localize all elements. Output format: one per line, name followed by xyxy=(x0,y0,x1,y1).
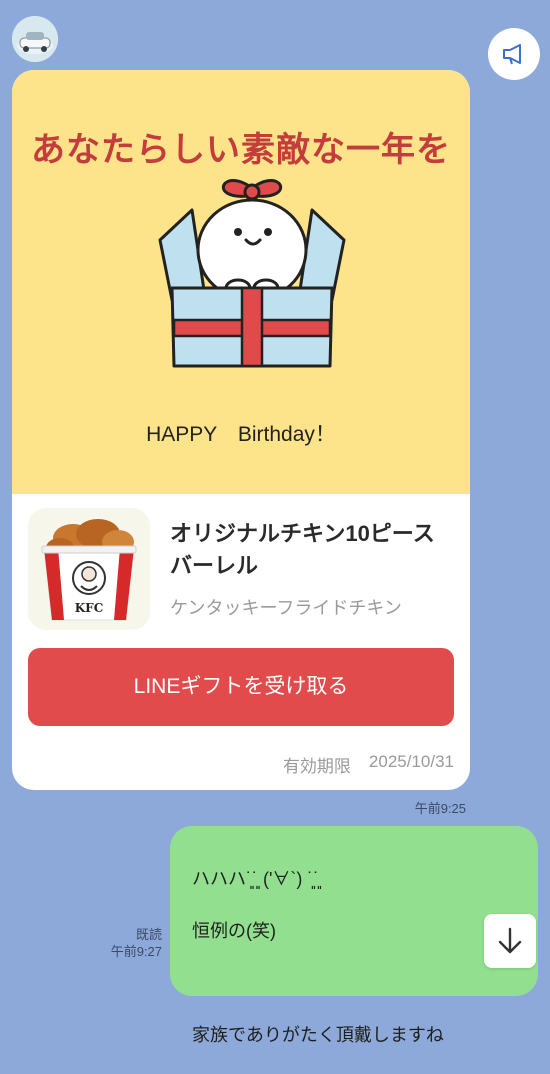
gift-box-character-illustration xyxy=(158,179,346,368)
product-name-line-1: オリジナルチキン10ピース xyxy=(170,521,435,546)
expiry-date: 2025/10/31 xyxy=(368,752,454,771)
product-image: KFC xyxy=(28,508,150,630)
my-message-line-4: 家族でありがたく頂戴しますね xyxy=(192,1025,444,1045)
megaphone-icon xyxy=(503,44,521,65)
receive-gift-button[interactable]: LINEギフトを受け取る xyxy=(28,648,454,726)
avatar[interactable] xyxy=(12,16,58,62)
line-gift-card[interactable]: あなたらしい素敵な一年を HAPPY Birthday！ KFC オリジナルチキ… xyxy=(12,70,470,790)
announcement-button[interactable] xyxy=(488,28,540,80)
scroll-to-bottom-button[interactable] xyxy=(484,914,536,968)
product-name-line-2: バーレル xyxy=(170,553,259,578)
avatar-photo xyxy=(12,16,58,62)
kfc-logo-text: KFC xyxy=(75,601,104,615)
product-name: オリジナルチキン10ピース バーレル xyxy=(170,518,460,582)
expiry-info: 有効期限 2025/10/31 xyxy=(283,752,454,777)
arrow-down-icon xyxy=(498,927,522,954)
gift-card-banner: あなたらしい素敵な一年を HAPPY Birthday！ xyxy=(12,70,470,494)
kfc-bucket-icon: KFC xyxy=(41,519,137,621)
my-message-line-1: ハハハ˙͈˙͈ ('∀`) ˙͈˙͈ xyxy=(192,869,320,889)
expiry-label: 有効期限 xyxy=(282,757,351,776)
my-message-line-3 xyxy=(192,970,532,996)
my-message-timestamp: 午前9:27 xyxy=(110,944,162,959)
brand-name: ケンタッキーフライドチキン xyxy=(170,598,402,618)
read-receipt: 既読 午前9:27 xyxy=(92,926,162,960)
gift-message-timestamp: 午前9:25 xyxy=(414,801,466,816)
my-message-text: ハハハ˙͈˙͈ ('∀`) ˙͈˙͈ 恒例の(笑) 家族でありがたく頂戴しますね xyxy=(192,840,532,1074)
birthday-greeting: HAPPY Birthday！ xyxy=(146,423,336,446)
gift-headline: あなたらしい素敵な一年を xyxy=(31,130,451,170)
read-label: 既読 xyxy=(135,927,162,942)
my-message-bubble[interactable]: ハハハ˙͈˙͈ ('∀`) ˙͈˙͈ 恒例の(笑) 家族でありがたく頂戴しますね xyxy=(170,826,538,1045)
my-message-line-2: 恒例の(笑) xyxy=(192,921,276,941)
